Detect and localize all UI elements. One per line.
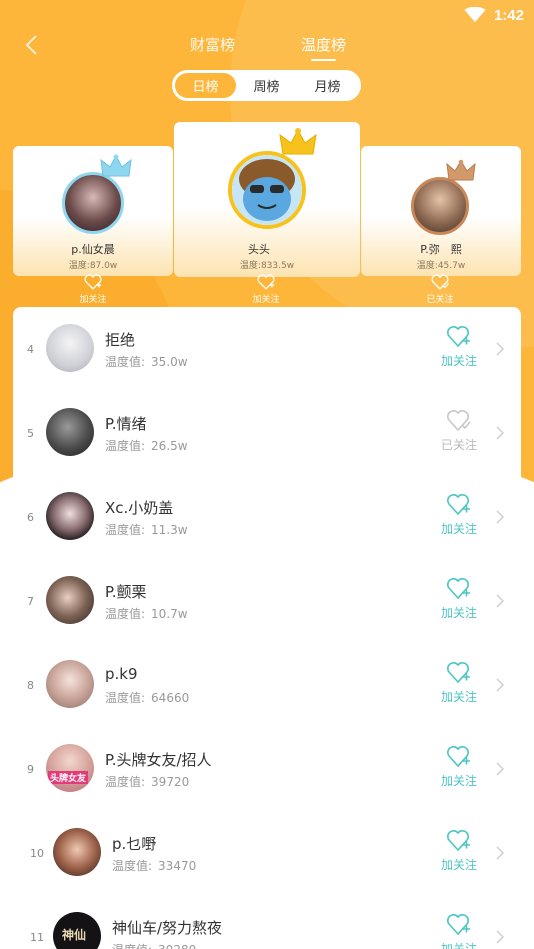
period-switch: 日榜 周榜 月榜 xyxy=(172,70,361,101)
temperature-value: 温度值:30280 xyxy=(112,941,196,949)
rank-number: 6 xyxy=(27,510,34,524)
user-name: 拒绝 xyxy=(105,331,136,349)
user-name: P.颤栗 xyxy=(105,583,147,601)
temperature-value: 温度值: 35.0w xyxy=(105,355,188,369)
chevron-right-icon xyxy=(496,426,504,440)
podium-follow-first[interactable]: 加关注 xyxy=(236,274,296,306)
rank-number: 4 xyxy=(27,342,34,356)
chevron-right-icon xyxy=(496,510,504,524)
heart-plus-icon xyxy=(447,830,470,852)
podium-avatar-first[interactable] xyxy=(228,151,306,229)
rank-number: 5 xyxy=(27,426,34,440)
avatar xyxy=(53,828,101,876)
back-button[interactable] xyxy=(16,30,46,60)
follow-button[interactable]: 加关注 xyxy=(433,325,485,373)
heart-plus-icon xyxy=(447,578,470,600)
follow-button[interactable]: 加关注 xyxy=(433,913,485,949)
user-name: 神仙车/努力熬夜 xyxy=(112,919,223,937)
user-name: p.乜嘢 xyxy=(112,835,157,853)
heart-plus-icon xyxy=(84,274,102,290)
list-item[interactable]: 8 p.k9 温度值: 64660 加关注 xyxy=(13,643,521,727)
period-month[interactable]: 月榜 xyxy=(297,73,358,98)
chevron-right-icon xyxy=(496,762,504,776)
rank-number: 10 xyxy=(30,846,44,860)
follow-button[interactable]: 加关注 xyxy=(433,829,485,877)
follow-button[interactable]: 加关注 xyxy=(433,493,485,541)
list-item[interactable]: 10 p.乜嘢 温度值: 33470 加关注 xyxy=(13,811,521,895)
user-name: P.情绪 xyxy=(105,415,147,433)
avatar: 神仙 xyxy=(53,912,101,949)
temperature-value: 温度值: 10.7w xyxy=(105,607,188,621)
avatar xyxy=(46,576,94,624)
crown-silver-icon xyxy=(100,154,132,177)
followed-button[interactable]: 已关注 xyxy=(433,409,485,457)
temperature-value: 温度值: 39720 xyxy=(105,775,190,789)
chevron-right-icon xyxy=(496,342,504,356)
ranking-list: 4 拒绝 温度值: 35.0w 加关注 5 P.情绪 温度值: 26.5w 已关注 xyxy=(13,307,521,949)
rank-number: 8 xyxy=(27,678,34,692)
podium-name-first: 头头 xyxy=(248,243,270,256)
list-item[interactable]: 5 P.情绪 温度值: 26.5w 已关注 xyxy=(13,391,521,475)
follow-button[interactable]: 加关注 xyxy=(433,577,485,625)
heart-plus-icon xyxy=(447,914,470,936)
podium-follow-third[interactable]: 已关注 xyxy=(410,274,470,306)
avatar: 头牌女友 xyxy=(46,744,94,792)
podium-name-second: p.仙女晨 xyxy=(71,243,115,256)
user-name: P.头牌女友/招人 xyxy=(105,751,212,769)
user-name: p.k9 xyxy=(105,665,138,683)
rank-number: 9 xyxy=(27,762,34,776)
tab-temperature[interactable]: 温度榜 xyxy=(301,34,346,61)
user-name: Xc.小奶盖 xyxy=(105,499,174,517)
heart-check-icon xyxy=(431,274,450,290)
avatar-badge-text: 头牌女友 xyxy=(48,771,89,784)
podium-temp-second: 温度:87.0w xyxy=(68,261,118,271)
wifi-icon xyxy=(464,7,486,23)
avatar xyxy=(46,492,94,540)
heart-check-icon xyxy=(447,410,471,432)
heart-plus-icon xyxy=(447,326,470,348)
temperature-value: 温度值: 64660 xyxy=(105,691,190,705)
list-item[interactable]: 4 拒绝 温度值: 35.0w 加关注 xyxy=(13,307,521,391)
heart-plus-icon xyxy=(447,746,470,768)
chevron-left-icon xyxy=(25,35,37,55)
podium-follow-second[interactable]: 加关注 xyxy=(63,274,123,306)
heart-plus-icon xyxy=(257,274,275,290)
follow-button[interactable]: 加关注 xyxy=(433,661,485,709)
podium-temp-third: 温度:45.7w xyxy=(416,261,466,271)
list-item[interactable]: 6 Xc.小奶盖 温度值: 11.3w 加关注 xyxy=(13,475,521,559)
avatar-cartoon-image xyxy=(232,155,302,225)
chevron-right-icon xyxy=(496,678,504,692)
follow-button[interactable]: 加关注 xyxy=(433,745,485,793)
period-day[interactable]: 日榜 xyxy=(175,73,236,98)
chevron-right-icon xyxy=(496,930,504,944)
period-week[interactable]: 周榜 xyxy=(236,73,297,98)
avatar xyxy=(46,324,94,372)
rank-number: 7 xyxy=(27,594,34,608)
temperature-value: 温度值: 26.5w xyxy=(105,439,188,453)
list-item[interactable]: 7 P.颤栗 温度值: 10.7w 加关注 xyxy=(13,559,521,643)
crown-bronze-icon xyxy=(446,159,476,181)
temperature-value: 温度值: 11.3w xyxy=(105,523,188,537)
avatar xyxy=(46,660,94,708)
podium-avatar-third[interactable] xyxy=(411,177,469,235)
heart-plus-icon xyxy=(447,662,470,684)
podium-name-third: P.弥 熙 xyxy=(420,243,462,256)
rank-number: 11 xyxy=(30,930,44,944)
status-bar: 1:42 xyxy=(0,0,534,30)
avatar xyxy=(46,408,94,456)
avatar-badge-text: 神仙 xyxy=(62,928,87,942)
tab-wealth[interactable]: 财富榜 xyxy=(190,34,235,55)
heart-plus-icon xyxy=(447,494,470,516)
crown-gold-icon xyxy=(279,128,317,155)
chevron-right-icon xyxy=(496,846,504,860)
list-item[interactable]: 9 头牌女友 P.头牌女友/招人 温度值: 39720 加关注 xyxy=(13,727,521,811)
list-item[interactable]: 11 神仙 神仙车/努力熬夜 温度值:30280 加关注 xyxy=(13,895,521,949)
status-time: 1:42 xyxy=(493,6,524,24)
podium-temp-first: 温度:833.5w xyxy=(239,261,295,271)
chevron-right-icon xyxy=(496,594,504,608)
temperature-value: 温度值: 33470 xyxy=(112,859,197,873)
podium-avatar-second[interactable] xyxy=(62,172,124,234)
